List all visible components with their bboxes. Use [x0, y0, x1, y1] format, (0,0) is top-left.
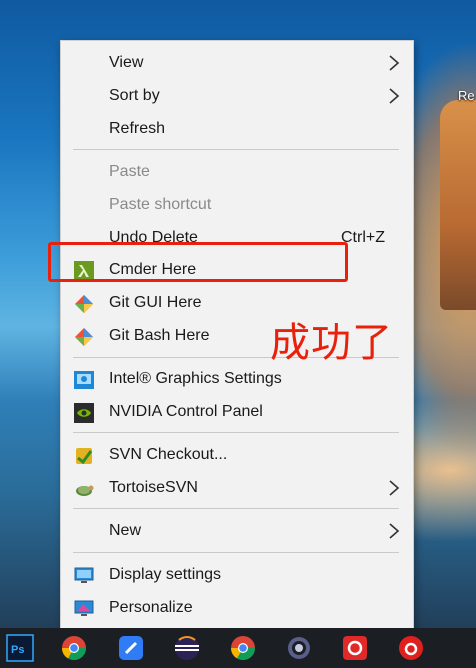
messaging-app-icon[interactable] [117, 634, 145, 662]
chrome-icon[interactable] [229, 634, 257, 662]
menu-item-label: View [109, 54, 144, 71]
git-icon [75, 328, 93, 346]
display-settings-icon [74, 567, 94, 583]
settings-gear-icon[interactable] [285, 634, 313, 662]
menu-item-label: NVIDIA Control Panel [109, 403, 263, 420]
menu-item-tortoisesvn[interactable]: TortoiseSVN [61, 473, 413, 503]
eclipse-icon[interactable] [173, 634, 201, 662]
tortoisesvn-icon [76, 485, 94, 496]
menu-item-label: Display settings [109, 566, 222, 583]
menu-item-display-settings[interactable]: Display settings [61, 560, 413, 590]
menu-item-label: Git GUI Here [109, 294, 202, 311]
intel-graphics-icon [74, 371, 94, 389]
photoshop-icon[interactable]: Ps [6, 634, 34, 662]
menu-separator [73, 432, 399, 433]
chevron-right-icon [389, 480, 400, 496]
menu-item-label: Refresh [109, 120, 166, 137]
menu-item-label: SVN Checkout... [109, 446, 228, 463]
menu-item-refresh[interactable]: Refresh [61, 114, 413, 144]
menu-item-personalize[interactable]: Personalize [61, 593, 413, 623]
chevron-right-icon [389, 55, 400, 71]
chrome-icon[interactable] [60, 634, 88, 662]
svg-text:Ps: Ps [11, 644, 24, 656]
netease-music-icon[interactable] [397, 634, 425, 662]
highlight-box [48, 242, 348, 282]
menu-item-paste[interactable]: Paste [61, 157, 413, 187]
menu-item-intel-graphics-settings[interactable]: Intel® Graphics Settings [61, 364, 413, 394]
menu-separator [73, 508, 399, 509]
svn-checkout-icon [76, 448, 93, 465]
media-app-icon[interactable] [341, 634, 369, 662]
menu-item-new[interactable]: New [61, 516, 413, 546]
wallpaper-rock [440, 100, 476, 310]
annotation-text: 成功了 [270, 320, 393, 366]
chevron-right-icon [389, 523, 400, 539]
menu-item-label: Intel® Graphics Settings [109, 370, 282, 387]
menu-item-view[interactable]: View [61, 48, 413, 78]
menu-separator [73, 552, 399, 553]
menu-item-nvidia-control-panel[interactable]: NVIDIA Control Panel [61, 397, 413, 427]
menu-item-label: Paste [109, 163, 150, 180]
menu-item-svn-checkout[interactable]: SVN Checkout... [61, 440, 413, 470]
menu-item-label: Git Bash Here [109, 327, 210, 344]
chevron-right-icon [389, 88, 400, 104]
menu-item-label: Paste shortcut [109, 196, 212, 213]
menu-separator [73, 149, 399, 150]
menu-item-sort-by[interactable]: Sort by [61, 81, 413, 111]
git-icon [75, 295, 93, 313]
menu-item-label: Personalize [109, 599, 193, 616]
menu-item-label: New [109, 522, 142, 539]
taskbar: Ps [0, 628, 476, 668]
menu-item-label: TortoiseSVN [109, 479, 198, 496]
menu-item-paste-shortcut[interactable]: Paste shortcut [61, 190, 413, 220]
nvidia-icon [74, 403, 94, 423]
menu-item-label: Sort by [109, 87, 160, 104]
personalize-icon [74, 600, 94, 616]
desktop-icon-label[interactable]: Re [458, 88, 475, 103]
